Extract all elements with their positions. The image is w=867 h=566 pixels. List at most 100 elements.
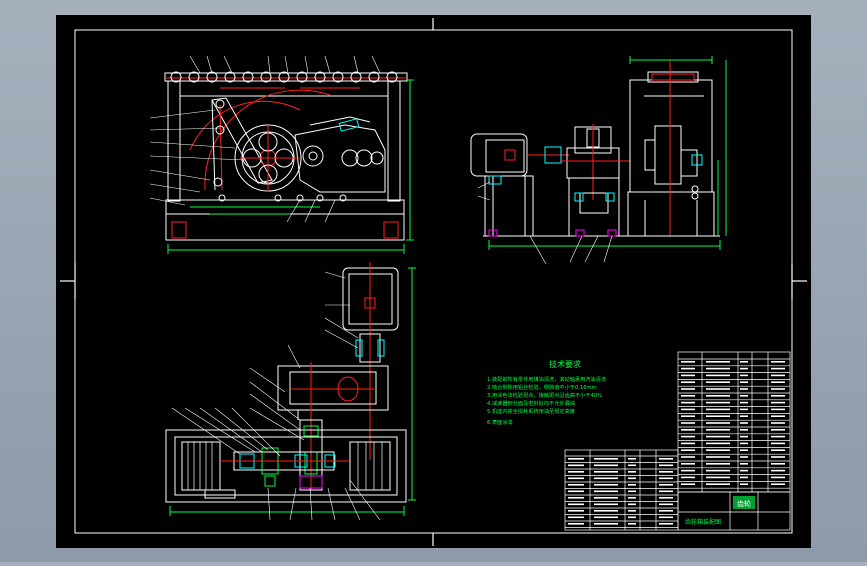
- cell-text-mark: [740, 361, 748, 363]
- cell-text-mark: [681, 463, 695, 465]
- cell-text-mark: [740, 381, 748, 383]
- cell-text-mark: [681, 449, 695, 451]
- cell-text-mark: [706, 476, 730, 479]
- cell-text-mark: [628, 516, 636, 519]
- cell-text-mark: [594, 497, 618, 499]
- note-line-1: 1.装配前所有零件用煤油清洗，滚动轴承用汽油清洗: [487, 375, 607, 383]
- cell-text-mark: [740, 395, 748, 397]
- cell-text-mark: [706, 449, 730, 451]
- cell-text-mark: [740, 463, 748, 465]
- cell-text-mark: [771, 415, 785, 417]
- cell-text-mark: [706, 456, 730, 458]
- cell-text-mark: [594, 503, 618, 506]
- cell-text-mark: [594, 484, 618, 486]
- cell-text-mark: [568, 458, 584, 460]
- cell-text-mark: [740, 469, 748, 472]
- cell-text-mark: [681, 469, 695, 472]
- cell-text-mark: [740, 476, 748, 479]
- cell-text-mark: [771, 429, 785, 431]
- note-line-3: 3.用涂色法检验斑点，接触斑点沿齿高不小于40%: [487, 391, 602, 399]
- cell-text-mark: [568, 497, 584, 499]
- cell-text-mark: [659, 458, 673, 460]
- note-line-6: 6.表面涂漆: [487, 418, 513, 426]
- cell-text-mark: [740, 456, 748, 458]
- cell-text-mark: [771, 449, 785, 451]
- cell-text-mark: [771, 367, 785, 370]
- cell-text-mark: [771, 476, 785, 479]
- note-line-2: 2.啮合侧隙用铅丝检验，侧隙值不小于0.16mm: [487, 383, 597, 391]
- cell-text-mark: [706, 381, 730, 383]
- cell-text-mark: [771, 401, 785, 404]
- cell-text-mark: [740, 429, 748, 431]
- cell-text-mark: [568, 484, 584, 486]
- cell-text-mark: [681, 361, 695, 363]
- cell-text-mark: [706, 408, 730, 411]
- cell-text-mark: [681, 429, 695, 431]
- note-line-4: 4.减速器剖分面及密封处均不允许漏油: [487, 399, 575, 407]
- cell-text-mark: [628, 484, 636, 486]
- cell-text-mark: [628, 471, 636, 473]
- cell-text-mark: [628, 477, 636, 480]
- cell-text-mark: [659, 484, 673, 486]
- cell-text-mark: [568, 510, 584, 512]
- cell-text-mark: [740, 367, 748, 370]
- cell-text-mark: [706, 422, 730, 424]
- cell-text-mark: [706, 415, 730, 417]
- cell-text-mark: [594, 458, 618, 460]
- cell-text-mark: [681, 395, 695, 397]
- cell-text-mark: [740, 415, 748, 417]
- cell-text-mark: [659, 503, 673, 506]
- cell-text-mark: [568, 477, 584, 480]
- cell-text-mark: [628, 510, 636, 512]
- cell-text-mark: [706, 401, 730, 404]
- cell-text-mark: [706, 429, 730, 431]
- cell-text-mark: [681, 367, 695, 370]
- cell-text-mark: [771, 469, 785, 472]
- cell-text-mark: [706, 374, 730, 377]
- cell-text-mark: [681, 381, 695, 383]
- cell-text-mark: [628, 503, 636, 506]
- cell-text-mark: [681, 388, 695, 390]
- cell-text-mark: [706, 367, 730, 370]
- cell-text-mark: [659, 516, 673, 519]
- cell-text-mark: [568, 490, 584, 493]
- cell-text-mark: [594, 471, 618, 473]
- cell-text-mark: [706, 361, 730, 363]
- cell-text-mark: [740, 483, 748, 485]
- cell-text-mark: [681, 476, 695, 479]
- cell-text-mark: [771, 456, 785, 458]
- cell-text-mark: [594, 464, 618, 467]
- cell-text-mark: [706, 469, 730, 472]
- cell-text-mark: [706, 463, 730, 465]
- cell-text-mark: [771, 388, 785, 390]
- cell-text-mark: [568, 464, 584, 467]
- cell-text-mark: [706, 442, 730, 445]
- cell-text-mark: [628, 497, 636, 499]
- cell-text-mark: [594, 516, 618, 519]
- cell-text-mark: [771, 374, 785, 377]
- cell-text-mark: [659, 464, 673, 467]
- cell-text-mark: [594, 523, 618, 525]
- cell-text-mark: [681, 408, 695, 411]
- cell-text-mark: [659, 471, 673, 473]
- cell-text-mark: [771, 435, 785, 438]
- cell-text-mark: [740, 449, 748, 451]
- cell-text-mark: [706, 435, 730, 438]
- cell-text-mark: [681, 442, 695, 445]
- title-stamp: 齿轮: [737, 499, 751, 508]
- cell-text-mark: [681, 456, 695, 458]
- cell-text-mark: [568, 523, 584, 525]
- cell-text-mark: [594, 490, 618, 493]
- cell-text-mark: [659, 490, 673, 493]
- cell-text-mark: [659, 497, 673, 499]
- cell-text-mark: [740, 435, 748, 438]
- cell-text-mark: [681, 415, 695, 417]
- cell-text-mark: [628, 490, 636, 493]
- cell-text-mark: [771, 381, 785, 383]
- cell-text-mark: [659, 510, 673, 512]
- cell-text-mark: [771, 395, 785, 397]
- cell-text-mark: [681, 422, 695, 424]
- cell-text-mark: [771, 463, 785, 465]
- cad-viewport[interactable]: 技术要求 1.装配前所有零件用煤油清洗，滚动轴承用汽油清洗 2.啮合侧隙用铅丝检…: [0, 0, 867, 562]
- cell-text-mark: [771, 422, 785, 424]
